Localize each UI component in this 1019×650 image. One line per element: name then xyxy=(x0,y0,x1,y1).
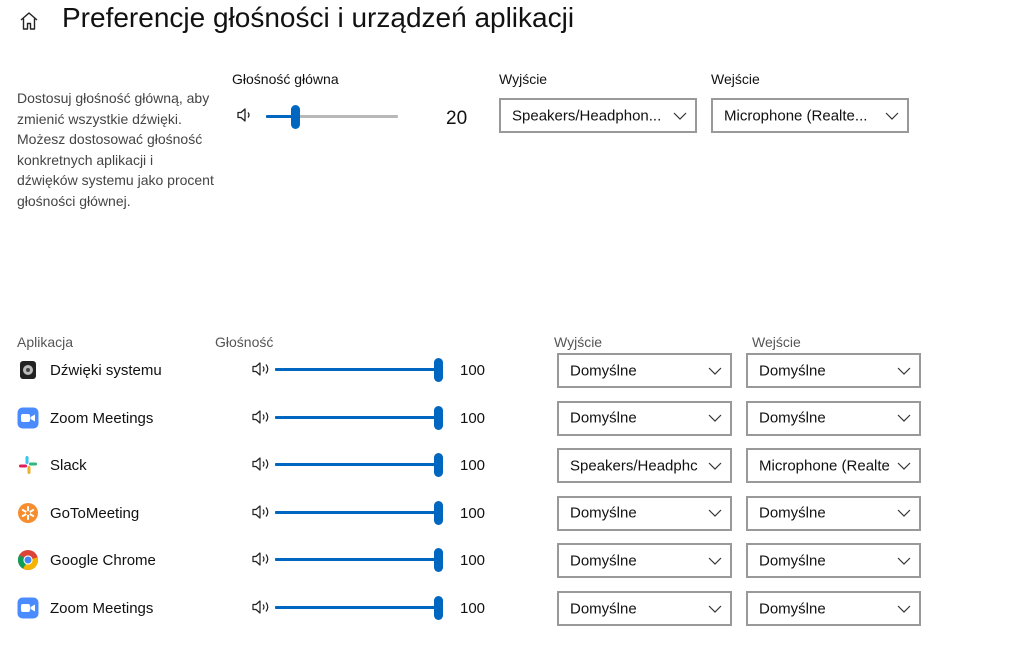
chevron-down-icon xyxy=(897,461,911,470)
app-volume-value: 100 xyxy=(460,552,486,570)
speaker-icon[interactable] xyxy=(251,456,273,472)
app-output-value: Domyślne xyxy=(570,362,637,379)
app-name: GoToMeeting xyxy=(50,504,140,522)
app-name: Slack xyxy=(50,457,87,475)
app-volume-value: 100 xyxy=(460,600,486,617)
chevron-down-icon xyxy=(897,556,911,565)
app-volume-slider[interactable] xyxy=(275,500,443,525)
chevron-down-icon xyxy=(897,366,911,375)
master-volume-thumb[interactable] xyxy=(291,105,300,129)
app-volume-value: 100 xyxy=(460,362,486,379)
app-volume-value: 100 xyxy=(460,504,486,522)
chevron-down-icon xyxy=(708,604,722,613)
app-input-value: Microphone (Realte xyxy=(759,457,890,475)
app-name: Zoom Meetings xyxy=(50,409,154,427)
chevron-down-icon xyxy=(885,111,899,120)
master-output-dropdown[interactable]: Speakers/Headphon... xyxy=(499,98,697,133)
master-output-label: Wyjście xyxy=(499,71,548,87)
app-volume-thumb[interactable] xyxy=(434,405,443,430)
app-input-value: Domyślne xyxy=(759,552,826,570)
chevron-down-icon xyxy=(897,509,911,518)
master-input-label: Wejście xyxy=(711,71,760,87)
column-header-input: Wejście xyxy=(752,334,801,350)
app-output-value: Domyślne xyxy=(570,552,637,570)
master-volume-slider[interactable] xyxy=(266,105,398,130)
app-input-dropdown[interactable]: Domyślne xyxy=(746,591,921,626)
app-input-value: Domyślne xyxy=(759,362,826,379)
home-icon[interactable] xyxy=(18,10,40,32)
app-output-dropdown[interactable]: Domyślne xyxy=(557,353,732,388)
app-volume-slider[interactable] xyxy=(275,596,443,620)
master-volume-label: Głośność główna xyxy=(232,71,339,87)
speaker-icon[interactable] xyxy=(251,361,273,377)
app-output-dropdown[interactable]: Domyślne xyxy=(557,543,732,579)
chevron-down-icon xyxy=(708,366,722,375)
slack-icon xyxy=(17,454,39,476)
page-title: Preferencje głośności i urządzeń aplikac… xyxy=(62,2,575,33)
master-input-dropdown[interactable]: Microphone (Realte... xyxy=(711,98,909,133)
app-volume-thumb[interactable] xyxy=(434,596,443,620)
app-output-dropdown[interactable]: Speakers/Headphc xyxy=(557,448,732,484)
app-volume-thumb[interactable] xyxy=(434,548,443,573)
app-output-value: Domyślne xyxy=(570,600,637,617)
chevron-down-icon xyxy=(708,509,722,518)
speaker-icon[interactable] xyxy=(251,551,273,567)
chevron-down-icon xyxy=(673,111,687,120)
app-input-value: Domyślne xyxy=(759,600,826,617)
speaker-icon[interactable] xyxy=(251,504,273,520)
app-input-dropdown[interactable]: Domyślne xyxy=(746,543,921,579)
app-input-value: Domyślne xyxy=(759,409,826,427)
column-header-volume: Głośność xyxy=(215,334,274,350)
app-input-dropdown[interactable]: Microphone (Realte xyxy=(746,448,921,484)
app-output-value: Domyślne xyxy=(570,409,637,427)
master-output-value: Speakers/Headphon... xyxy=(512,107,662,124)
chevron-down-icon xyxy=(708,414,722,423)
app-output-value: Domyślne xyxy=(570,504,637,522)
app-volume-thumb[interactable] xyxy=(434,453,443,478)
app-volume-slider[interactable] xyxy=(275,405,443,430)
app-volume-thumb[interactable] xyxy=(434,500,443,525)
app-output-dropdown[interactable]: Domyślne xyxy=(557,591,732,626)
app-name: Google Chrome xyxy=(50,552,156,570)
app-volume-value: 100 xyxy=(460,409,486,427)
speaker-icon[interactable] xyxy=(251,409,273,425)
app-output-dropdown[interactable]: Domyślne xyxy=(557,495,732,531)
app-volume-slider[interactable] xyxy=(275,548,443,573)
zoom-icon xyxy=(17,407,39,429)
speaker-icon[interactable] xyxy=(251,599,273,615)
master-description: Dostosuj głośność główną, aby zmienić ws… xyxy=(17,90,214,209)
app-input-dropdown[interactable]: Domyślne xyxy=(746,353,921,388)
app-input-dropdown[interactable]: Domyślne xyxy=(746,400,921,436)
app-name: Dźwięki systemu xyxy=(50,362,162,379)
chrome-icon xyxy=(17,549,39,571)
speaker-icon[interactable] xyxy=(236,107,254,123)
app-volume-value: 100 xyxy=(460,457,486,475)
app-input-dropdown[interactable]: Domyślne xyxy=(746,495,921,531)
app-input-value: Domyślne xyxy=(759,504,826,522)
system-sounds-icon xyxy=(17,359,39,381)
column-header-app: Aplikacja xyxy=(17,334,74,350)
chevron-down-icon xyxy=(708,556,722,565)
master-volume-value: 20 xyxy=(446,108,468,129)
column-header-output: Wyjście xyxy=(554,334,603,350)
app-output-value: Speakers/Headphc xyxy=(570,457,698,475)
chevron-down-icon xyxy=(897,414,911,423)
app-output-dropdown[interactable]: Domyślne xyxy=(557,400,732,436)
zoom-icon xyxy=(17,597,39,619)
chevron-down-icon xyxy=(708,461,722,470)
app-name: Zoom Meetings xyxy=(50,600,154,617)
app-volume-slider[interactable] xyxy=(275,453,443,478)
app-volume-slider[interactable] xyxy=(275,358,443,382)
app-volume-thumb[interactable] xyxy=(434,358,443,382)
master-input-value: Microphone (Realte... xyxy=(724,107,868,124)
chevron-down-icon xyxy=(897,604,911,613)
gotomeeting-icon xyxy=(17,502,39,524)
